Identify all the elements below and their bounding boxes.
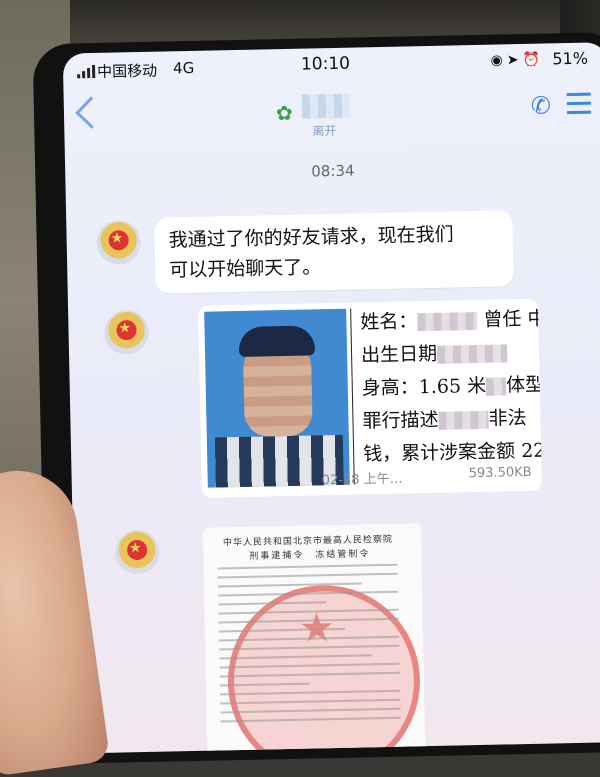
- field-name: 姓名： 曾任 中: [360, 307, 542, 334]
- phone-icon[interactable]: ✆: [531, 91, 552, 119]
- sender-avatar[interactable]: [104, 309, 150, 355]
- message-bubble[interactable]: 我通过了你的好友请求，现在我们 可以开始聊天了。: [154, 210, 514, 294]
- status-time: 10:10: [300, 53, 351, 75]
- document-subtitle: 刑事逮捕令 冻结管制令: [249, 549, 371, 562]
- card-divider: [350, 308, 355, 485]
- suspect-photo: [204, 308, 350, 488]
- menu-icon[interactable]: [566, 92, 592, 120]
- card-time: 02-28 上午…: [321, 471, 403, 489]
- phone-screen: 中国移动 4G 10:10 ◉➤⏰ 51% ✿ 离开 ✆ 08:34 我通过了你…: [62, 42, 600, 754]
- document-body: [217, 563, 401, 730]
- card-fields: 姓名： 曾任 中 出生日期 身高：1.65 米体型 罪行描述 非法 钱，累计涉案金…: [360, 303, 542, 472]
- warrant-document[interactable]: 中华人民共和国北京市最高人民检察院 刑事逮捕令 冻结管制令: [202, 523, 426, 754]
- card-file-size: 593.50KB: [468, 464, 532, 482]
- field-crime: 罪行描述 非法: [362, 406, 527, 433]
- sender-avatar[interactable]: [96, 220, 142, 265]
- phone-body: 中国移动 4G 10:10 ◉➤⏰ 51% ✿ 离开 ✆ 08:34 我通过了你…: [32, 31, 600, 765]
- network-type: 4G: [172, 58, 195, 78]
- status-icons: ◉➤⏰: [490, 51, 545, 69]
- chat-header: ✿ 离开 ✆: [63, 76, 600, 147]
- contact-status: 离开: [312, 123, 337, 139]
- field-height: 身高：1.65 米体型: [361, 373, 542, 400]
- chat-timestamp: 08:34: [311, 161, 355, 181]
- field-birthdate: 出生日期: [361, 336, 542, 373]
- message-text-line2: 可以开始聊天了。: [169, 256, 322, 282]
- contact-leaf-icon: ✿: [275, 100, 294, 126]
- contact-name-blurred: [301, 93, 351, 119]
- signal-icon: [77, 64, 96, 79]
- wanted-image-card[interactable]: 姓名： 曾任 中 出生日期 身高：1.65 米体型 罪行描述 非法 钱，累计涉案金…: [198, 298, 542, 498]
- carrier-name: 中国移动: [96, 61, 158, 81]
- battery-level: 51%: [552, 48, 589, 69]
- back-icon[interactable]: [75, 96, 108, 129]
- sender-avatar[interactable]: [114, 529, 160, 575]
